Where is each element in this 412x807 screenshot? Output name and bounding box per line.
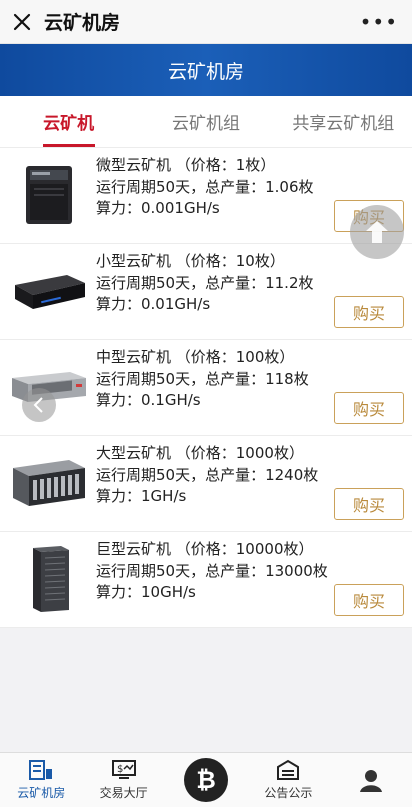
miner-power: 算力：1GH/s <box>96 487 187 505</box>
miner-period: 运行周期50天，总产量：118枚 <box>96 370 309 388</box>
miner-power: 算力：0.1GH/s <box>96 391 201 409</box>
miner-power: 算力：10GH/s <box>96 583 196 601</box>
buy-button[interactable]: 购买 <box>334 488 404 520</box>
nav-label: 交易大厅 <box>99 786 148 800</box>
close-icon[interactable] <box>2 0 42 44</box>
mining-room-icon <box>29 760 53 780</box>
float-arrow-icon[interactable] <box>350 205 404 259</box>
list-item: 大型云矿机 （价格：1000枚） 运行周期50天，总产量：1240枚 算力：1G… <box>0 436 412 532</box>
miner-name: 微型云矿机 （价格：1枚） <box>96 156 276 174</box>
storage-array-icon <box>10 450 88 516</box>
tab-cloud-miner[interactable]: 云矿机 <box>0 96 137 147</box>
miner-period: 运行周期50天，总产量：1240枚 <box>96 466 319 484</box>
nav-bitcoin[interactable]: ₿ <box>165 753 247 807</box>
nav-label: 公告公示 <box>264 786 313 800</box>
nav-user[interactable] <box>330 753 412 807</box>
buy-button[interactable]: 购买 <box>334 296 404 328</box>
tower-server-icon <box>10 162 88 228</box>
back-arrow-icon[interactable] <box>22 388 56 422</box>
nav-trading-hall[interactable]: $ 交易大厅 <box>82 753 164 807</box>
top-bar: 云矿机房 ••• <box>0 0 412 44</box>
page-banner: 云矿机房 <box>0 44 412 96</box>
window-title: 云矿机房 <box>44 12 121 34</box>
box-server-icon <box>10 258 88 324</box>
page-title: 云矿机房 <box>167 60 244 83</box>
svg-text:$: $ <box>117 764 123 775</box>
list-item: 巨型云矿机 （价格：10000枚） 运行周期50天，总产量：13000枚 算力：… <box>0 532 412 628</box>
tab-bar: 云矿机 云矿机组 共享云矿机组 <box>0 96 412 148</box>
trading-hall-icon: $ <box>111 760 136 779</box>
nav-announcement[interactable]: 公告公示 <box>247 753 329 807</box>
nav-mining-room[interactable]: 云矿机房 <box>0 753 82 807</box>
miner-power: 算力：0.01GH/s <box>96 295 211 313</box>
more-menu-icon[interactable]: ••• <box>360 12 398 32</box>
nav-label: 云矿机房 <box>17 786 66 800</box>
miner-name: 大型云矿机 （价格：1000枚） <box>96 444 304 462</box>
buy-button[interactable]: 购买 <box>334 584 404 616</box>
cabinet-server-icon <box>10 546 88 612</box>
miner-period: 运行周期50天，总产量：1.06枚 <box>96 178 314 196</box>
bitcoin-icon: ₿ <box>184 758 229 802</box>
miner-name: 巨型云矿机 （价格：10000枚） <box>96 540 314 558</box>
list-item: 中型云矿机 （价格：100枚） 运行周期50天，总产量：118枚 算力：0.1G… <box>0 340 412 436</box>
tab-shared-miner-group[interactable]: 共享云矿机组 <box>275 96 412 147</box>
miner-name: 中型云矿机 （价格：100枚） <box>96 348 295 366</box>
miner-name: 小型云矿机 （价格：10枚） <box>96 252 285 270</box>
miner-period: 运行周期50天，总产量：13000枚 <box>96 562 328 580</box>
bottom-nav: 云矿机房 $ 交易大厅 ₿ 公告公示 <box>0 752 412 807</box>
miner-list: 微型云矿机 （价格：1枚） 运行周期50天，总产量：1.06枚 算力：0.001… <box>0 148 412 628</box>
tab-cloud-miner-group[interactable]: 云矿机组 <box>137 96 274 147</box>
buy-button[interactable]: 购买 <box>334 392 404 424</box>
miner-period: 运行周期50天，总产量：11.2枚 <box>96 274 314 292</box>
announcement-icon <box>277 759 300 780</box>
user-icon <box>359 770 382 792</box>
miner-power: 算力：0.001GH/s <box>96 199 220 217</box>
list-item: 小型云矿机 （价格：10枚） 运行周期50天，总产量：11.2枚 算力：0.01… <box>0 244 412 340</box>
page: 云矿机房 ••• 云矿机房 云矿机 云矿机组 共享云矿机组 微型云矿机 （价格： <box>0 0 412 807</box>
